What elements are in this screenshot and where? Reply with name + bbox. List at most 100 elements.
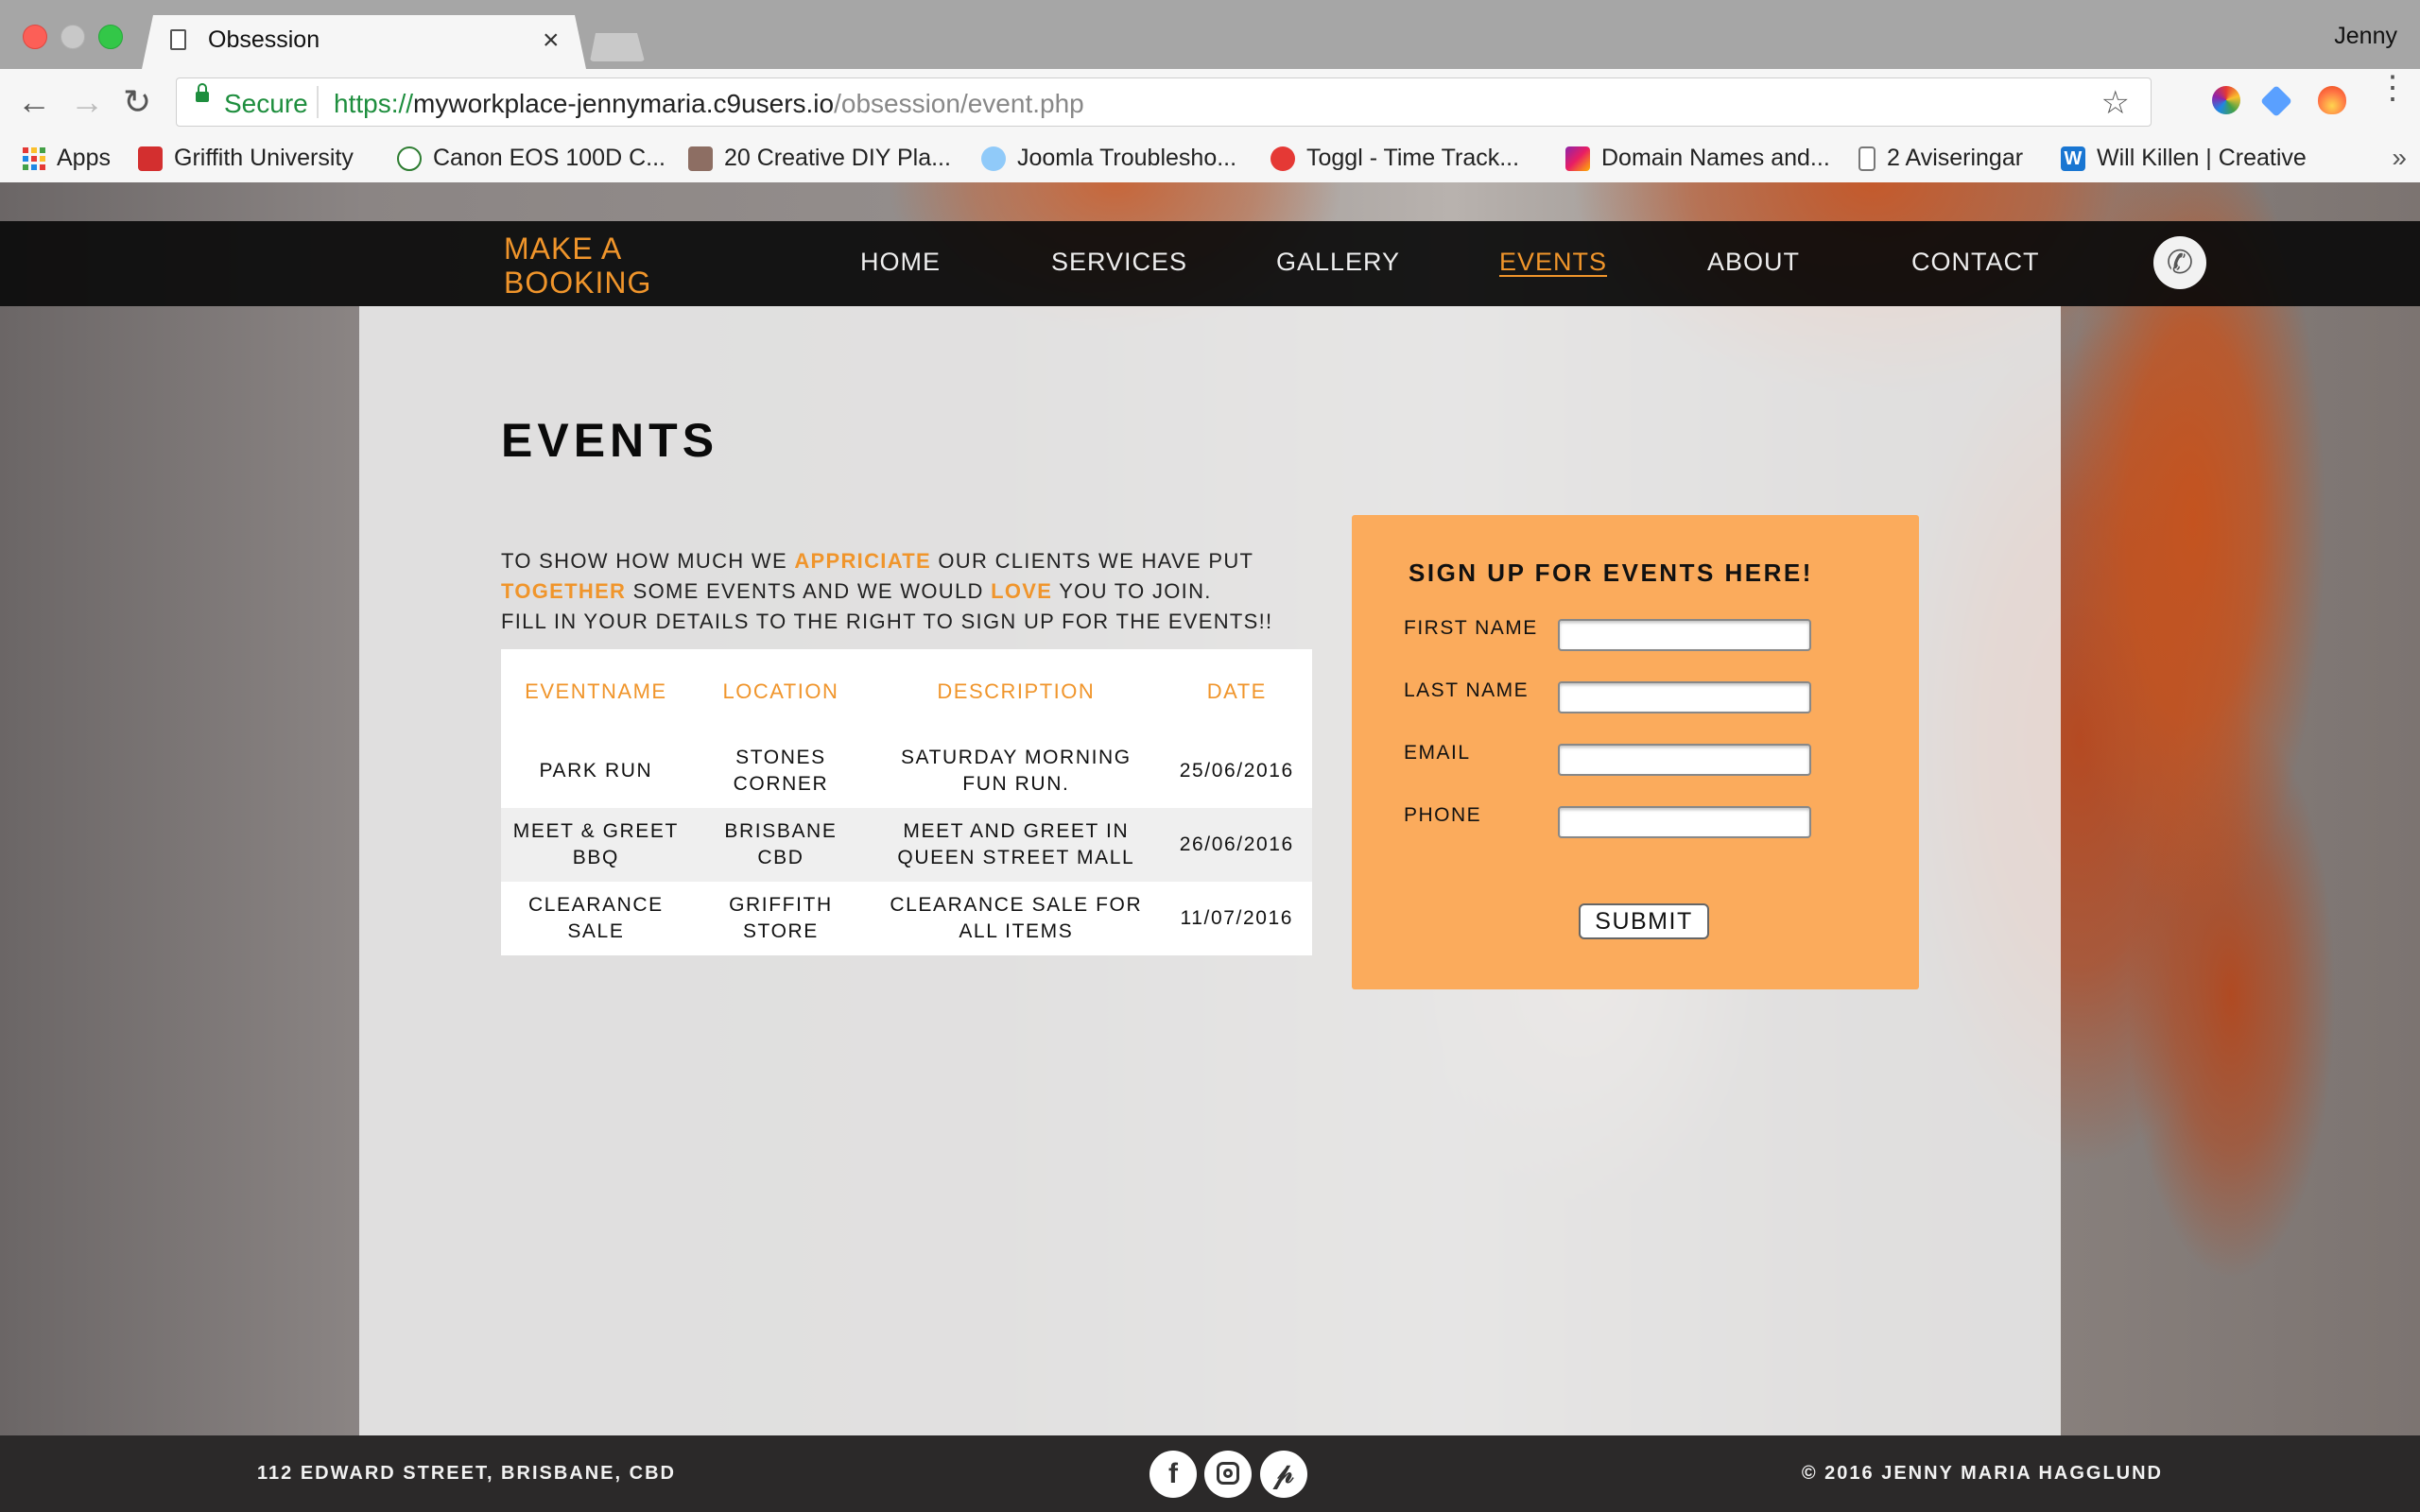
intro-highlight-together: TOGETHER (501, 579, 627, 603)
close-window-button[interactable] (23, 25, 47, 49)
table-row: MEET & GREET BBQ BRISBANE CBD MEET AND G… (501, 808, 1312, 882)
email-field[interactable] (1558, 744, 1811, 776)
bookmark-label: 20 Creative DIY Pla... (724, 145, 951, 171)
intro-line-1c: OUR CLIENTS WE HAVE PUT (930, 549, 1254, 573)
bookmark-star-icon[interactable]: ☆ (2101, 84, 2130, 122)
bookmark-label: 2 Aviseringar (1887, 145, 2024, 171)
intro-line-1a: TO SHOW HOW MUCH WE (501, 549, 795, 573)
address-bar[interactable]: Secure https://myworkplace-jennymaria.c9… (176, 77, 2152, 127)
canon-icon (397, 146, 422, 171)
page-title: EVENTS (501, 414, 719, 467)
cell-date: 26/06/2016 (1161, 808, 1312, 882)
nav-services[interactable]: SERVICES (1051, 248, 1187, 277)
tab-close-icon[interactable]: × (543, 25, 560, 57)
phone-label: PHONE (1404, 804, 1482, 826)
profile-name[interactable]: Jenny (2334, 23, 2397, 50)
nav-about[interactable]: ABOUT (1707, 248, 1800, 277)
bookmark-label: Toggl - Time Track... (1306, 145, 1520, 171)
bookmark-diy[interactable]: 20 Creative DIY Pla... (688, 145, 951, 172)
fire-extension-icon[interactable] (2318, 86, 2346, 114)
cell-description: MEET AND GREET IN QUEEN STREET MALL (871, 808, 1162, 882)
url-path: /obsession/event.php (834, 89, 1084, 118)
bookmark-label: Griffith University (174, 145, 354, 171)
bookmark-label: Joomla Troublesho... (1017, 145, 1237, 171)
footer-address: 112 EDWARD STREET, BRISBANE, CBD (257, 1463, 676, 1484)
bookmark-canon[interactable]: Canon EOS 100D C... (397, 145, 666, 172)
cell-eventname: PARK RUN (501, 734, 691, 808)
forward-arrow-icon[interactable]: → (70, 82, 104, 122)
intro-highlight-appriciate: APPRICIATE (794, 549, 931, 573)
back-arrow-icon[interactable]: ← (17, 82, 51, 122)
new-tab-button[interactable] (590, 33, 645, 61)
diamond-extension-icon[interactable] (2260, 85, 2292, 117)
bookmark-domain[interactable]: Domain Names and... (1565, 145, 1830, 172)
table-header-row: EVENTNAME LOCATION DESCRIPTION DATE (501, 649, 1312, 734)
bookmark-toggl[interactable]: Toggl - Time Track... (1270, 145, 1519, 172)
phone-field[interactable] (1558, 806, 1811, 838)
last-name-field[interactable] (1558, 681, 1811, 713)
maximize-window-button[interactable] (98, 25, 123, 49)
bookmarks-bar: Apps Griffith University Canon EOS 100D … (0, 139, 2420, 183)
bookmark-apps[interactable]: Apps (23, 145, 111, 172)
apps-grid-icon (23, 146, 45, 170)
lock-icon (196, 83, 209, 102)
intro-line-2b: SOME EVENTS AND WE WOULD (626, 579, 992, 603)
column-header-location: LOCATION (690, 649, 872, 734)
phone-icon[interactable]: ✆ (2153, 236, 2206, 289)
w-icon: W (2061, 146, 2085, 171)
color-extension-icon[interactable] (2212, 86, 2240, 114)
page-viewport: MAKE A BOOKING HOME SERVICES GALLERY EVE… (0, 182, 2420, 1512)
make-a-booking-link[interactable]: MAKE A BOOKING (504, 232, 651, 300)
table-row: PARK RUN STONES CORNER SATURDAY MORNING … (501, 734, 1312, 808)
browser-tab-strip: Obsession × Jenny (0, 0, 2420, 69)
bookmark-label: Domain Names and... (1601, 145, 1830, 171)
cell-eventname: CLEARANCE SALE (501, 882, 691, 955)
table-row: CLEARANCE SALE GRIFFITH STORE CLEARANCE … (501, 882, 1312, 955)
signup-form: SIGN UP FOR EVENTS HERE! FIRST NAME LAST… (1352, 515, 1919, 989)
bookmark-griffith[interactable]: Griffith University (138, 145, 354, 172)
url-text[interactable]: https://myworkplace-jennymaria.c9users.i… (334, 89, 1084, 119)
nav-contact[interactable]: CONTACT (1911, 248, 2040, 277)
browser-menu-icon[interactable]: ⋮ (2377, 72, 2409, 104)
footer-copyright: © 2016 JENNY MARIA HAGGLUND (1801, 1463, 2163, 1484)
first-name-label: FIRST NAME (1404, 617, 1538, 639)
bookmark-aviseringar[interactable]: 2 Aviseringar (1858, 145, 2023, 172)
facebook-icon[interactable]: f (1150, 1451, 1197, 1498)
domain-icon (1565, 146, 1590, 171)
url-divider (317, 86, 319, 118)
nav-events[interactable]: EVENTS (1499, 248, 1607, 277)
first-name-field[interactable] (1558, 619, 1811, 651)
intro-line-3: FILL IN YOUR DETAILS TO THE RIGHT TO SIG… (501, 610, 1273, 633)
events-table: EVENTNAME LOCATION DESCRIPTION DATE PARK… (501, 649, 1312, 955)
instagram-icon[interactable] (1204, 1451, 1252, 1498)
reload-icon[interactable]: ↻ (123, 82, 151, 122)
site-navbar: MAKE A BOOKING HOME SERVICES GALLERY EVE… (0, 221, 2420, 306)
cell-eventname: MEET & GREET BBQ (501, 808, 691, 882)
bookmark-label: Canon EOS 100D C... (433, 145, 666, 171)
bookmarks-overflow-icon[interactable]: » (2392, 143, 2407, 173)
griffith-icon (138, 146, 163, 171)
minimize-window-button[interactable] (60, 25, 85, 49)
cell-description: CLEARANCE SALE FOR ALL ITEMS (871, 882, 1162, 955)
url-host: myworkplace-jennymaria.c9users.io (413, 89, 835, 118)
nav-gallery[interactable]: GALLERY (1276, 248, 1400, 277)
cell-location: GRIFFITH STORE (690, 882, 872, 955)
bookmark-label: Apps (57, 145, 111, 171)
bookmark-will-killen[interactable]: W Will Killen | Creative (2061, 145, 2307, 172)
browser-toolbar: ← → ↻ Secure https://myworkplace-jennyma… (0, 69, 2420, 139)
bookmark-label: Will Killen | Creative (2097, 145, 2307, 171)
secure-label: Secure (224, 89, 308, 118)
nav-home[interactable]: HOME (860, 248, 941, 277)
cell-location: STONES CORNER (690, 734, 872, 808)
submit-button[interactable]: SUBMIT (1579, 903, 1709, 939)
column-header-date: DATE (1161, 649, 1312, 734)
bookmark-joomla[interactable]: Joomla Troublesho... (981, 145, 1236, 172)
email-label: EMAIL (1404, 742, 1471, 764)
pinterest-icon[interactable]: 𝓅 (1260, 1451, 1307, 1498)
url-scheme: https:// (334, 89, 414, 118)
content-panel: EVENTS TO SHOW HOW MUCH WE APPRICIATE OU… (359, 306, 2061, 1435)
cell-location: BRISBANE CBD (690, 808, 872, 882)
tab-title: Obsession (208, 26, 320, 53)
instagram-glyph (1217, 1462, 1239, 1486)
column-header-description: DESCRIPTION (871, 649, 1162, 734)
